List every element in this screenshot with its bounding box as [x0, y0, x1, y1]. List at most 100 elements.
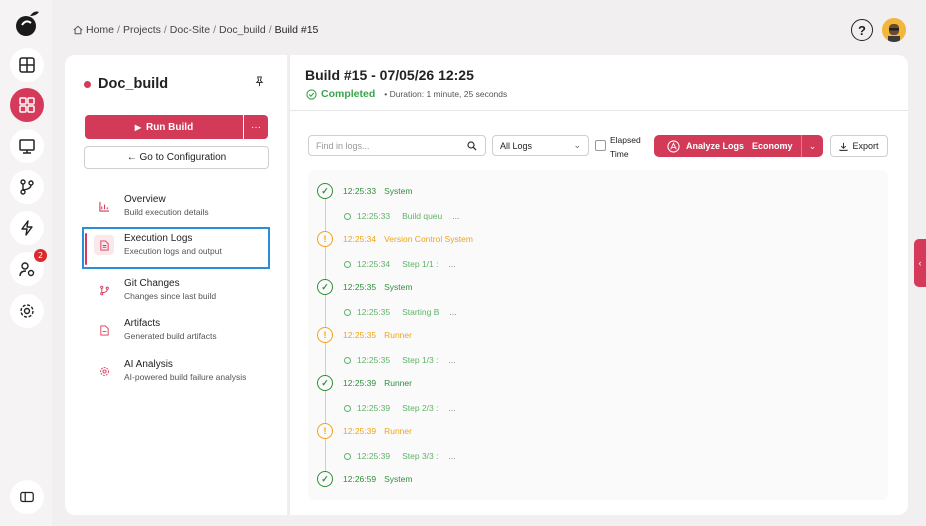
analyze-tier: Economy [752, 141, 793, 151]
elapsed-time-checkbox[interactable] [595, 140, 606, 151]
log-sub-entry[interactable]: 12:25:39 Step 3/3 : ... [344, 451, 456, 461]
success-icon: ✓ [317, 279, 333, 295]
nav-execution-logs[interactable]: Execution Logs Execution logs and output [82, 227, 270, 269]
projects-icon[interactable] [10, 88, 44, 122]
analyze-logs-button[interactable]: Analyze Logs Economy [654, 135, 801, 157]
log-entry[interactable]: ! 12:25:39 Runner [317, 423, 412, 439]
log-filter-select[interactable]: All Logs ⌄ [492, 135, 589, 156]
log-time: 12:25:39 [343, 426, 377, 436]
breadcrumb: Home / Projects / Doc-Site / Doc_build /… [73, 24, 318, 36]
success-icon: ✓ [317, 183, 333, 199]
log-sub-entry[interactable]: 12:25:35 Starting B ... [344, 307, 457, 317]
pin-icon[interactable] [254, 76, 265, 90]
breadcrumb-doc-build[interactable]: Doc_build [219, 24, 266, 36]
analyze-options-button[interactable]: ⌄ [801, 135, 823, 157]
file-icon [94, 320, 114, 340]
header-divider [289, 110, 908, 111]
nav-desc: AI-powered build failure analysis [124, 372, 247, 382]
step-dot [344, 212, 351, 220]
breadcrumb-current: Build #15 [274, 24, 319, 36]
log-expand[interactable]: ... [452, 211, 459, 221]
avatar[interactable] [882, 18, 906, 42]
breadcrumb-home[interactable]: Home [86, 24, 114, 36]
elapsed-time-label[interactable]: Elapsed Time [610, 133, 644, 161]
run-build-button[interactable]: ▶ Run Build [85, 115, 243, 139]
nav-desc: Build execution details [124, 207, 209, 217]
log-expand[interactable]: ... [448, 451, 455, 461]
gear-icon [94, 361, 114, 381]
breadcrumb-separator: / [268, 24, 272, 36]
nav-ai-analysis[interactable]: AI Analysis AI-powered build failure anal… [84, 355, 270, 393]
breadcrumb-separator: / [117, 24, 120, 36]
branch-icon [94, 280, 114, 300]
run-build-label: Run Build [145, 121, 194, 133]
nav-title: AI Analysis [124, 359, 173, 370]
log-expand[interactable]: ... [448, 259, 455, 269]
log-time: 12:25:34 [357, 259, 391, 269]
sidebar-toggle-icon[interactable] [10, 480, 44, 514]
nav-overview[interactable]: Overview Build execution details [84, 190, 270, 228]
collapse-panel-tab[interactable]: ‹ [914, 239, 926, 287]
log-time: 12:25:35 [343, 330, 377, 340]
nav-artifacts[interactable]: Artifacts Generated build artifacts [84, 314, 270, 352]
step-dot [344, 452, 351, 460]
dashboard-icon[interactable] [10, 48, 44, 82]
step-dot [344, 308, 351, 316]
log-time: 12:25:35 [357, 307, 391, 317]
filter-value: All Logs [500, 140, 533, 151]
breadcrumb-doc-site[interactable]: Doc-Site [170, 24, 210, 36]
success-icon: ✓ [317, 375, 333, 391]
log-entry[interactable]: ✓ 12:25:35 System [317, 279, 412, 295]
monitor-icon[interactable] [10, 129, 44, 163]
breadcrumb-separator: / [163, 24, 167, 36]
log-expand[interactable]: ... [448, 355, 455, 365]
help-icon[interactable]: ? [851, 19, 873, 41]
log-time: 12:25:39 [357, 451, 391, 461]
log-entry[interactable]: ! 12:25:35 Runner [317, 327, 412, 343]
breadcrumb-projects[interactable]: Projects [123, 24, 161, 36]
log-sub-entry[interactable]: 12:25:33 Build queu ... [344, 211, 459, 221]
log-message: Step 1/3 : [402, 355, 439, 365]
chevron-left-icon: ‹ [918, 258, 922, 268]
settings-icon[interactable] [10, 294, 44, 328]
log-entry[interactable]: ✓ 12:25:39 Runner [317, 375, 412, 391]
chart-icon [94, 196, 114, 216]
log-sub-entry[interactable]: 12:25:39 Step 2/3 : ... [344, 403, 456, 413]
log-time: 12:25:33 [357, 211, 391, 221]
left-rail: 2 [0, 0, 52, 526]
log-entry[interactable]: ! 12:25:34 Version Control System [317, 231, 473, 247]
run-more-button[interactable]: ··· [244, 115, 268, 139]
bolt-icon[interactable] [10, 211, 44, 245]
duration-label: • Duration: 1 minute, 25 seconds [384, 89, 508, 99]
search-icon[interactable] [467, 141, 477, 151]
nav-title: Artifacts [124, 318, 161, 329]
log-entry[interactable]: ✓ 12:26:59 System [317, 471, 412, 487]
goto-configuration-button[interactable]: ← Go to Configuration [84, 146, 269, 169]
log-source: Runner [384, 378, 412, 388]
log-message: Step 3/3 : [402, 451, 439, 461]
log-message: Build queu [402, 211, 443, 221]
search-placeholder: Find in logs... [316, 140, 370, 151]
logo-icon[interactable] [12, 8, 42, 38]
log-time: 12:26:59 [343, 474, 377, 484]
notification-badge: 2 [34, 249, 47, 262]
nav-git-changes[interactable]: Git Changes Changes since last build [84, 274, 270, 312]
nav-desc: Changes since last build [124, 291, 217, 301]
log-search-input[interactable]: Find in logs... [308, 135, 486, 156]
chevron-down-icon: ⌄ [573, 140, 581, 150]
warning-icon: ! [317, 231, 333, 247]
user-settings-icon[interactable]: 2 [10, 249, 47, 286]
document-icon [94, 235, 114, 255]
branch-icon[interactable] [10, 170, 44, 204]
log-sub-entry[interactable]: 12:25:35 Step 1/3 : ... [344, 355, 456, 365]
log-sub-entry[interactable]: 12:25:34 Step 1/1 : ... [344, 259, 456, 269]
home-icon[interactable] [73, 25, 83, 35]
export-button[interactable]: Export [830, 135, 888, 157]
project-title: Doc_build [84, 76, 168, 92]
nav-title: Execution Logs [124, 233, 193, 244]
log-expand[interactable]: ... [448, 403, 455, 413]
breadcrumb-separator: / [213, 24, 216, 36]
log-entry[interactable]: ✓ 12:25:33 System [317, 183, 412, 199]
log-source: Runner [384, 426, 412, 436]
log-expand[interactable]: ... [449, 307, 456, 317]
